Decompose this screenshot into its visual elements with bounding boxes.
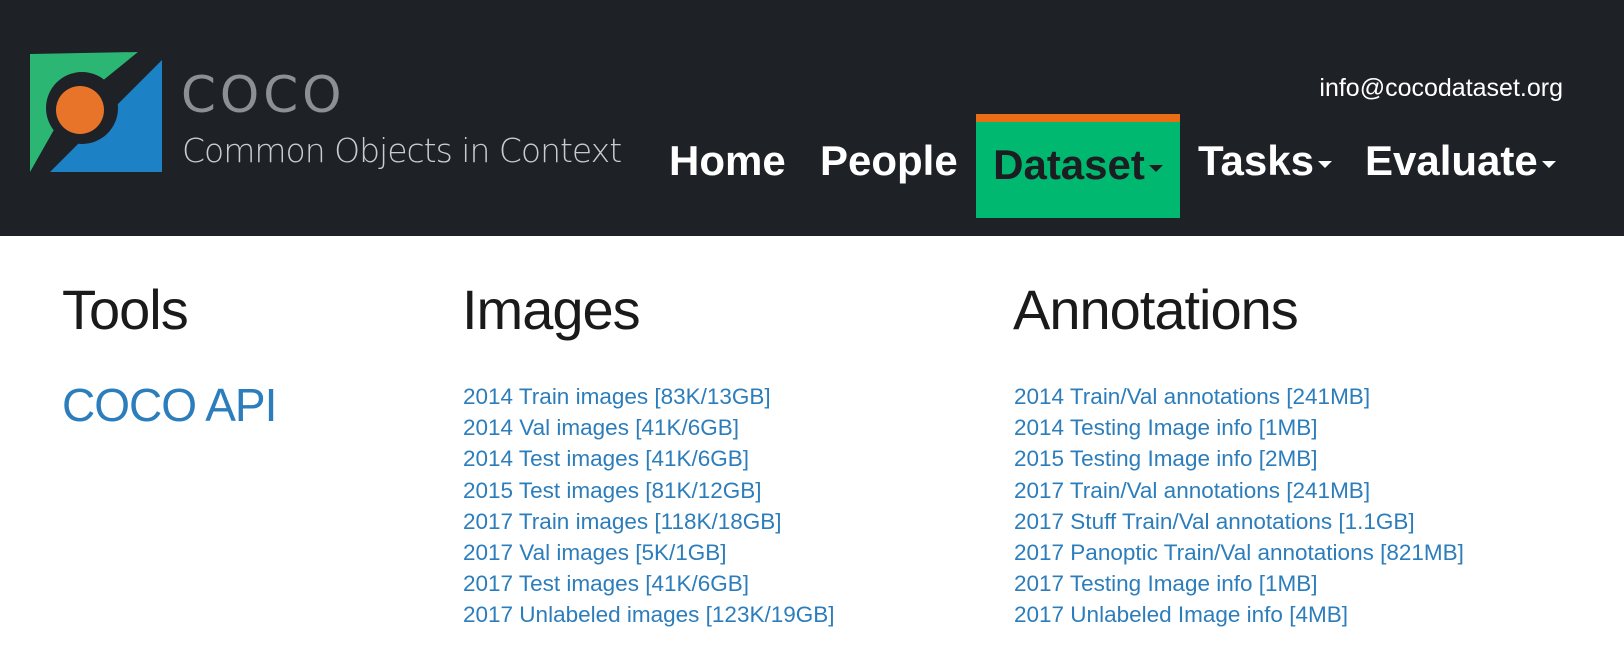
image-download-link[interactable]: 2014 Val images [41K/6GB] [463,415,739,440]
list-item: 2017 Val images [5K/1GB] [463,537,835,568]
nav-evaluate-label: Evaluate [1365,137,1538,184]
site-header: COCO Common Objects in Context info@coco… [0,0,1624,236]
nav-home[interactable]: Home [669,114,786,218]
main-nav: Home People Dataset Tasks Evaluate [0,0,1624,236]
list-item: 2017 Unlabeled images [123K/19GB] [463,599,835,630]
list-item: 2015 Testing Image info [2MB] [1014,443,1464,474]
list-item: 2014 Train/Val annotations [241MB] [1014,381,1464,412]
list-item: 2017 Stuff Train/Val annotations [1.1GB] [1014,506,1464,537]
list-item: 2017 Train/Val annotations [241MB] [1014,475,1464,506]
coco-api-link[interactable]: COCO API [62,382,277,428]
list-item: 2017 Train images [118K/18GB] [463,506,835,537]
nav-tasks-label: Tasks [1198,137,1314,184]
nav-evaluate[interactable]: Evaluate [1365,114,1556,218]
image-download-link[interactable]: 2017 Unlabeled images [123K/19GB] [463,602,835,627]
annotations-list: 2014 Train/Val annotations [241MB] 2014 … [1014,381,1464,631]
list-item: 2017 Test images [41K/6GB] [463,568,835,599]
caret-down-icon [1148,164,1163,172]
list-item: 2017 Panoptic Train/Val annotations [821… [1014,537,1464,568]
list-item: 2017 Unlabeled Image info [4MB] [1014,599,1464,630]
image-download-link[interactable]: 2017 Train images [118K/18GB] [463,509,782,534]
list-item: 2014 Test images [41K/6GB] [463,443,835,474]
annotation-download-link[interactable]: 2014 Testing Image info [1MB] [1014,415,1318,440]
nav-tasks[interactable]: Tasks [1198,114,1332,218]
list-item: 2014 Testing Image info [1MB] [1014,412,1464,443]
annotation-download-link[interactable]: 2017 Panoptic Train/Val annotations [821… [1014,540,1464,565]
image-download-link[interactable]: 2015 Test images [81K/12GB] [463,478,762,503]
nav-people[interactable]: People [820,114,958,218]
images-heading: Images [462,278,641,341]
nav-people-label: People [820,137,958,184]
annotation-download-link[interactable]: 2014 Train/Val annotations [241MB] [1014,384,1370,409]
annotation-download-link[interactable]: 2017 Testing Image info [1MB] [1014,571,1318,596]
tools-heading: Tools [62,278,189,341]
nav-dataset[interactable]: Dataset [976,114,1180,218]
image-download-link[interactable]: 2014 Test images [41K/6GB] [463,446,749,471]
list-item: 2014 Val images [41K/6GB] [463,412,835,443]
nav-home-label: Home [669,137,786,184]
annotation-download-link[interactable]: 2017 Stuff Train/Val annotations [1.1GB] [1014,509,1415,534]
nav-dataset-label: Dataset [993,141,1145,188]
image-download-link[interactable]: 2017 Val images [5K/1GB] [463,540,727,565]
annotations-heading: Annotations [1013,278,1299,341]
caret-down-icon [1317,160,1332,168]
annotation-download-link[interactable]: 2015 Testing Image info [2MB] [1014,446,1318,471]
caret-down-icon [1541,160,1556,168]
list-item: 2015 Test images [81K/12GB] [463,475,835,506]
image-download-link[interactable]: 2017 Test images [41K/6GB] [463,571,749,596]
images-list: 2014 Train images [83K/13GB] 2014 Val im… [463,381,835,631]
list-item: 2014 Train images [83K/13GB] [463,381,835,412]
list-item: 2017 Testing Image info [1MB] [1014,568,1464,599]
image-download-link[interactable]: 2014 Train images [83K/13GB] [463,384,771,409]
annotation-download-link[interactable]: 2017 Train/Val annotations [241MB] [1014,478,1370,503]
annotation-download-link[interactable]: 2017 Unlabeled Image info [4MB] [1014,602,1348,627]
